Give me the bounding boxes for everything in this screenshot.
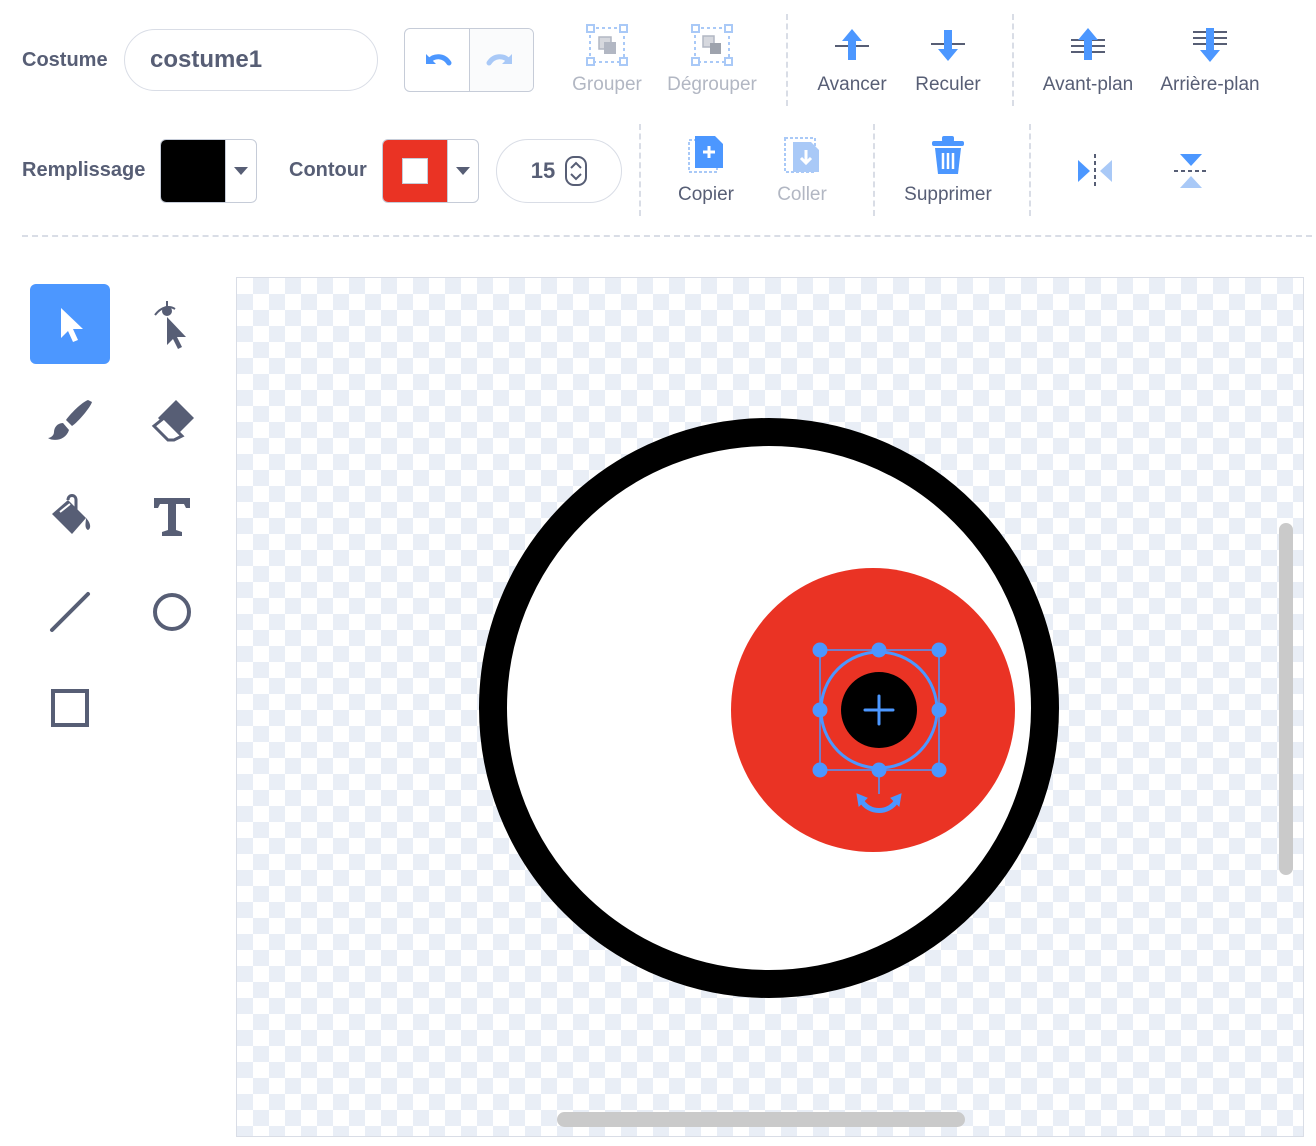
bring-to-front-icon xyxy=(1071,28,1105,60)
delete-button[interactable]: Supprimer xyxy=(894,134,1002,206)
paste-label: Coller xyxy=(777,184,827,205)
paste-icon xyxy=(784,137,819,173)
circle-tool[interactable] xyxy=(132,572,212,652)
circle-icon xyxy=(153,593,191,631)
caret-down-icon xyxy=(456,167,470,175)
ungroup-icon xyxy=(691,24,733,66)
flip-horizontal-icon xyxy=(1078,154,1112,188)
backward-label: Reculer xyxy=(915,74,981,95)
costume-name-input[interactable]: costume1 xyxy=(124,29,378,91)
fill-dropdown[interactable] xyxy=(225,140,256,202)
group-button[interactable]: Grouper xyxy=(566,24,648,96)
canvas-drawing[interactable] xyxy=(237,278,1304,1137)
outline-width-input[interactable]: 15 xyxy=(496,139,622,203)
arrow-up-icon xyxy=(835,29,869,60)
arrow-pointer-icon xyxy=(61,308,83,342)
flip-horizontal-button[interactable] xyxy=(1072,148,1118,194)
group-label: Grouper xyxy=(572,74,642,95)
front-button[interactable]: Avant-plan xyxy=(1036,24,1140,96)
text-icon xyxy=(154,498,190,536)
horizontal-scrollbar[interactable] xyxy=(557,1112,965,1127)
brush-tool[interactable] xyxy=(30,380,110,460)
outline-color-picker[interactable] xyxy=(382,139,479,203)
line-icon xyxy=(50,592,90,632)
back-label: Arrière-plan xyxy=(1160,74,1260,95)
front-label: Avant-plan xyxy=(1042,74,1134,95)
redo-icon xyxy=(486,54,513,66)
outline-swatch xyxy=(383,140,447,202)
eraser-icon xyxy=(151,400,194,442)
arrow-down-icon xyxy=(931,30,965,61)
ungroup-button[interactable]: Dégrouper xyxy=(660,24,764,96)
caret-down-icon xyxy=(234,167,248,175)
outline-label: Contour xyxy=(289,159,367,181)
line-tool[interactable] xyxy=(30,572,110,652)
forward-label: Avancer xyxy=(817,74,887,95)
paint-bucket-icon xyxy=(52,494,91,534)
toolbar-divider xyxy=(786,14,788,106)
flip-vertical-button[interactable] xyxy=(1168,148,1214,194)
reshape-tool[interactable] xyxy=(132,284,212,364)
fill-swatch xyxy=(161,140,225,202)
vertical-scrollbar[interactable] xyxy=(1279,523,1293,875)
flip-vertical-icon xyxy=(1174,154,1208,188)
stepper-icon[interactable] xyxy=(565,156,588,186)
send-to-back-icon xyxy=(1193,28,1227,62)
rectangle-tool[interactable] xyxy=(30,668,110,748)
eraser-tool[interactable] xyxy=(132,380,212,460)
fill-tool[interactable] xyxy=(30,476,110,556)
fill-color-picker[interactable] xyxy=(160,139,257,203)
paste-button[interactable]: Coller xyxy=(762,134,842,206)
undo-button[interactable] xyxy=(405,29,469,91)
toolbar-bottom-divider xyxy=(22,235,1312,237)
paint-canvas[interactable] xyxy=(236,277,1304,1137)
copy-button[interactable]: Copier xyxy=(666,134,746,206)
toolbar-divider xyxy=(1029,124,1031,216)
delete-label: Supprimer xyxy=(904,184,992,205)
forward-button[interactable]: Avancer xyxy=(812,24,892,96)
copy-label: Copier xyxy=(678,184,734,205)
fill-label: Remplissage xyxy=(22,159,146,181)
reshape-icon xyxy=(154,301,186,349)
ungroup-label: Dégrouper xyxy=(667,74,757,95)
rectangle-icon xyxy=(51,689,89,727)
redo-button[interactable] xyxy=(468,29,533,91)
toolbar-divider xyxy=(1012,14,1014,106)
copy-icon xyxy=(688,136,723,173)
group-icon xyxy=(586,24,628,66)
costume-label: Costume xyxy=(22,49,108,71)
toolbar-divider xyxy=(639,124,641,216)
toolbar-divider xyxy=(873,124,875,216)
undo-icon xyxy=(425,54,452,66)
backward-button[interactable]: Reculer xyxy=(908,24,988,96)
outline-dropdown[interactable] xyxy=(447,140,478,202)
outline-width-value: 15 xyxy=(530,158,556,183)
trash-icon xyxy=(932,136,964,174)
select-tool[interactable] xyxy=(30,284,110,364)
text-tool[interactable] xyxy=(132,476,212,556)
brush-icon xyxy=(48,400,92,440)
undo-redo-group xyxy=(404,28,534,92)
back-button[interactable]: Arrière-plan xyxy=(1152,24,1268,96)
